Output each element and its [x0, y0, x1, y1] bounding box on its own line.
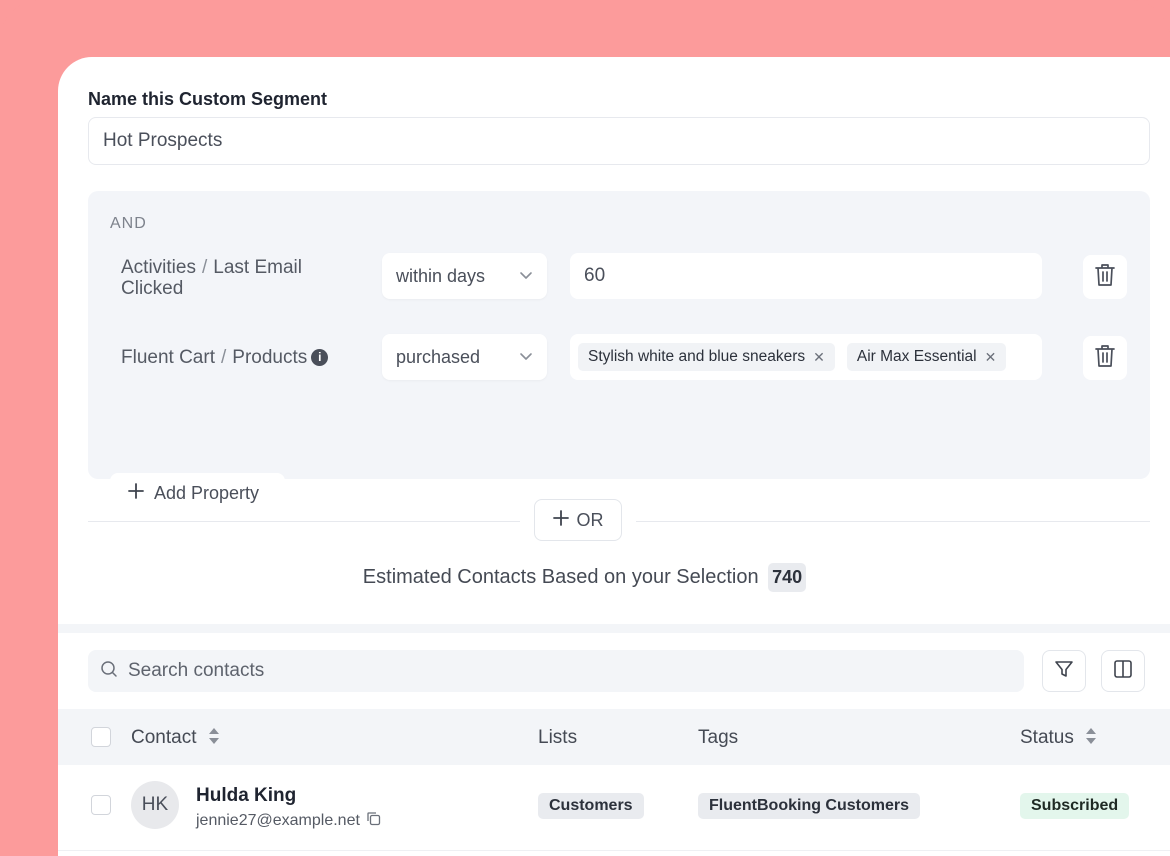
- column-header-lists: Lists: [538, 727, 578, 748]
- rule-2-category: Fluent Cart: [121, 347, 215, 368]
- divider-line-right: [636, 521, 1150, 522]
- select-all-checkbox[interactable]: [91, 727, 111, 747]
- segment-panel: Name this Custom Segment AND Activities/…: [58, 57, 1170, 856]
- column-header-status[interactable]: Status: [1020, 727, 1097, 751]
- rule-2-delete-button[interactable]: [1083, 336, 1127, 380]
- plus-icon: [552, 509, 569, 531]
- column-status-label: Status: [1020, 727, 1074, 748]
- copy-icon[interactable]: [366, 811, 381, 831]
- rule-1-delete-button[interactable]: [1083, 255, 1127, 299]
- product-chip: Stylish white and blue sneakers ✕: [578, 343, 835, 371]
- contact-name[interactable]: Hulda King: [196, 785, 296, 807]
- contact-email-text: jennie27@example.net: [196, 812, 360, 829]
- column-header-contact[interactable]: Contact: [131, 727, 220, 751]
- chip-label: Stylish white and blue sneakers: [588, 348, 806, 365]
- rule-1-operator-value: within days: [396, 266, 486, 286]
- chevron-down-icon: [519, 334, 533, 398]
- condition-group: AND Activities / Last Email Clicked within…: [88, 191, 1150, 513]
- columns-button[interactable]: [1101, 650, 1145, 692]
- rule-1-label: Activities / Last Email Clicked: [121, 257, 302, 299]
- chip-label: Air Max Essential: [856, 348, 977, 365]
- sort-icon[interactable]: [1085, 727, 1097, 751]
- search-icon: [100, 660, 118, 683]
- info-icon[interactable]: i: [311, 349, 329, 366]
- rule-1-operator-select[interactable]: within days: [382, 253, 547, 299]
- rule-1-property-line2: Clicked: [121, 278, 184, 299]
- contact-email: jennie27@example.net: [196, 811, 381, 831]
- add-property-label: Add Property: [154, 482, 260, 503]
- row-checkbox[interactable]: [91, 795, 111, 815]
- column-contact-label: Contact: [131, 727, 197, 748]
- column-header-tags: Tags: [698, 727, 739, 748]
- group-operator-label: AND: [110, 215, 147, 232]
- trash-icon: [1094, 344, 1116, 373]
- estimate-text: Estimated Contacts Based on your Selecti…: [362, 566, 759, 588]
- rule-2-operator-select[interactable]: purchased: [382, 334, 547, 380]
- page-background: Name this Custom Segment AND Activities/…: [0, 0, 1170, 856]
- add-property-button[interactable]: Add Property: [110, 473, 285, 513]
- rule-2-property: Products: [232, 347, 308, 368]
- trash-icon: [1094, 263, 1116, 292]
- sort-icon[interactable]: [208, 727, 220, 751]
- or-button-label: OR: [576, 509, 604, 530]
- filter-icon: [1054, 659, 1074, 684]
- filter-button[interactable]: [1042, 650, 1086, 692]
- divider-line-left: [88, 521, 520, 522]
- segment-name-input[interactable]: [88, 117, 1150, 165]
- section-divider: [58, 624, 1170, 633]
- table-header: Contact Lists Tags Status: [58, 709, 1170, 765]
- list-badge: Customers: [538, 793, 644, 819]
- rule-1-property: Last Email: [213, 257, 302, 278]
- columns-icon: [1113, 659, 1133, 684]
- rule-2-separator: /: [220, 347, 227, 368]
- tag-badge: FluentBooking Customers: [698, 793, 921, 819]
- rule-1-category: Activities: [121, 257, 196, 278]
- rule-2-operator-value: purchased: [396, 347, 481, 367]
- chevron-down-icon: [519, 253, 533, 317]
- estimated-contacts: Estimated Contacts Based on your Selecti…: [58, 563, 1111, 592]
- plus-icon: [128, 482, 144, 504]
- add-or-group-button[interactable]: OR: [534, 499, 622, 541]
- search-input[interactable]: [128, 660, 1008, 682]
- avatar: HK: [131, 781, 179, 829]
- status-badge: Subscribed: [1020, 793, 1130, 819]
- estimate-count-badge: 740: [768, 563, 807, 592]
- search-bar[interactable]: [88, 650, 1024, 692]
- rule-2-label: Fluent Cart / Products i: [121, 347, 329, 368]
- close-icon[interactable]: ✕: [985, 343, 997, 371]
- close-icon[interactable]: ✕: [813, 343, 825, 371]
- rule-1-value-input[interactable]: 60: [570, 253, 1042, 299]
- rule-1-separator: /: [201, 257, 208, 278]
- rule-2-product-multiselect[interactable]: Stylish white and blue sneakers ✕ Air Ma…: [570, 334, 1042, 380]
- product-chip: Air Max Essential ✕: [846, 343, 1007, 371]
- table-row[interactable]: HK Hulda King jennie27@example.net Custo…: [58, 765, 1170, 851]
- segment-name-label: Name this Custom Segment: [88, 89, 328, 109]
